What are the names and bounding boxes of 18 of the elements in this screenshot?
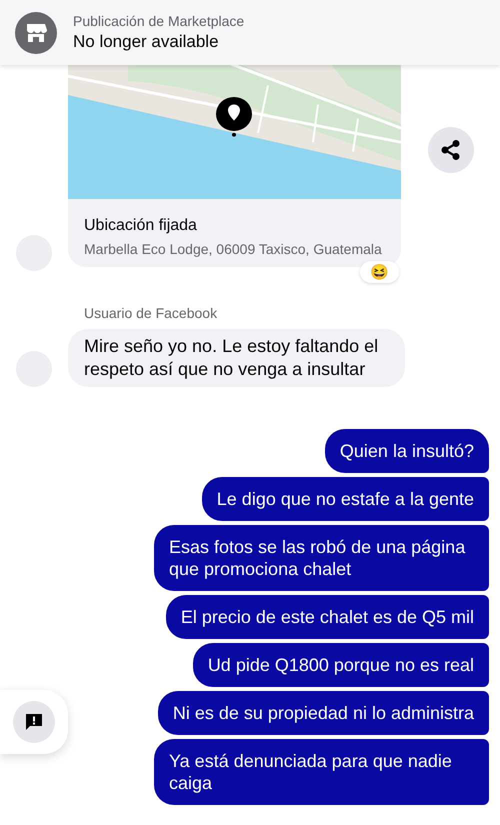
- message-bubble: Ya está denunciada para que nadie caiga: [154, 739, 489, 805]
- message-bubble: Quien la insultó?: [324, 429, 489, 473]
- location-address: Marbella Eco Lodge, 06009 Taxisco, Guatemala: [84, 241, 383, 257]
- share-icon: [440, 139, 462, 161]
- message-bubble: Esas fotos se las robó de una página que promociona chalet: [154, 525, 489, 591]
- header-subtitle: Publicación de Marketplace: [73, 13, 244, 29]
- report-button[interactable]: [13, 701, 55, 743]
- report-icon: [24, 712, 44, 732]
- store-icon: [15, 12, 57, 54]
- message-bubble: Ni es de su propiedad ni lo administra: [158, 691, 489, 735]
- message-bubble: Le digo que no estafe a la gente: [202, 477, 489, 521]
- header-title: No longer available: [73, 32, 220, 52]
- share-button[interactable]: [428, 127, 474, 173]
- location-title: Ubicación fijada: [84, 217, 198, 235]
- sender-name: Usuario de Facebook: [84, 305, 218, 321]
- message-bubble: Ud pide Q1800 porque no es real: [192, 643, 489, 687]
- message-bubble: Mire seño yo no. Le estoy faltando el respeto así que no venga a insultar: [68, 329, 405, 387]
- message-bubble: El precio de este chalet es de Q5 mil: [166, 595, 489, 639]
